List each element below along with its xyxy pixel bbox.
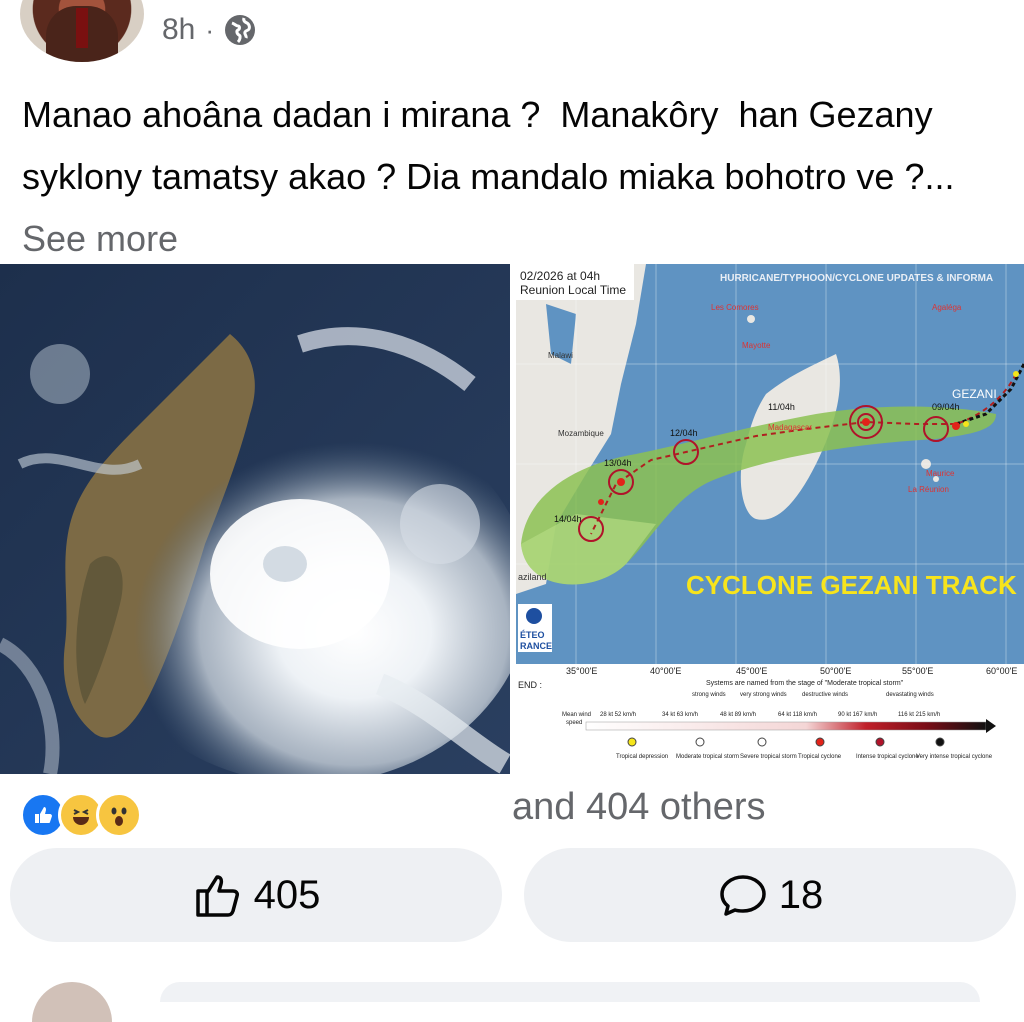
stage-5: Intense tropical cyclone: [856, 754, 919, 760]
label-gezani: GEZANI: [952, 387, 997, 401]
lon-4: 50°00'E: [820, 666, 851, 676]
see-more-link[interactable]: See more: [22, 218, 178, 259]
speed-2: 34 kt 63 km/h: [662, 712, 698, 718]
label-mozambique: Mozambique: [558, 429, 604, 438]
cyclone-track-map[interactable]: 02/2026 at 04h Reunion Local Time HURRIC…: [516, 264, 1024, 774]
like-button[interactable]: 405: [10, 848, 502, 942]
label-mayotte: Mayotte: [742, 341, 771, 350]
label-agalega: Agaléga: [932, 303, 962, 312]
date-label-2: 11/04h: [768, 402, 795, 412]
speed-6: 116 kt 215 km/h: [898, 712, 940, 718]
comment-count: 18: [778, 872, 824, 917]
stage-4: Tropical cyclone: [798, 754, 842, 760]
speed-4: 64 kt 118 km/h: [778, 712, 817, 718]
comment-icon: [720, 875, 766, 916]
track-title: CYCLONE GEZANI TRACK: [686, 570, 1017, 600]
label-madagascar: Madagascar: [768, 423, 812, 432]
date-label-1: 09/04h: [932, 402, 960, 412]
date-label-5: 14/04h: [554, 514, 582, 524]
avatar-tie: [76, 8, 88, 48]
post-meta: 8h ·: [162, 10, 256, 50]
stage-3: Severe tropical storm: [740, 754, 797, 760]
legend-title: END :: [518, 680, 542, 690]
track-map-graphic: 02/2026 at 04h Reunion Local Time HURRIC…: [516, 264, 1024, 774]
satellite-image: [0, 264, 510, 774]
legend-mean-wind-1: Mean wind: [562, 712, 591, 718]
reaction-summary[interactable]: and 404 others: [512, 786, 766, 829]
label-maurice: Maurice: [926, 469, 955, 478]
post-time[interactable]: 8h: [162, 13, 195, 47]
post-text: Manao ahoâna dadan i mirana ? Manakôry h…: [22, 84, 1002, 270]
label-malawi: Malawi: [548, 351, 573, 360]
wind-cat-4: devastating winds: [886, 692, 934, 698]
lon-5: 55°00'E: [902, 666, 933, 676]
meta-separator: ·: [205, 14, 215, 45]
author-avatar[interactable]: [20, 0, 144, 62]
wind-cat-2: very strong winds: [740, 692, 787, 698]
globe-icon: [225, 15, 256, 45]
legend-mean-wind-2: speed: [566, 720, 582, 726]
map-timezone: Reunion Local Time: [520, 283, 626, 297]
speed-1: 28 kt 52 km/h: [600, 712, 636, 718]
label-reunion: La Réunion: [908, 485, 949, 494]
wow-reaction-icon: [96, 792, 142, 838]
lon-3: 45°00'E: [736, 666, 767, 676]
speed-3: 48 kt 89 km/h: [720, 712, 756, 718]
label-comores: Les Comores: [711, 303, 759, 312]
label-swaziland: aziland: [518, 572, 547, 582]
thumbs-up-icon: [195, 875, 239, 917]
legend-naming-note: Systems are named from the stage of "Mod…: [706, 680, 904, 687]
map-date: 02/2026 at 04h: [520, 269, 600, 283]
stage-2: Moderate tropical storm: [676, 754, 739, 760]
meteo-logo-2: RANCE: [520, 641, 552, 651]
date-label-4: 13/04h: [604, 458, 632, 468]
reaction-icons[interactable]: [20, 792, 142, 838]
commenter-avatar[interactable]: [32, 982, 112, 1022]
map-header-title: HURRICANE/TYPHOON/CYCLONE UPDATES & INFO…: [720, 273, 993, 284]
like-count: 405: [253, 872, 321, 917]
speed-5: 90 kt 167 km/h: [838, 712, 877, 718]
stage-1: Tropical depression: [616, 754, 668, 760]
wind-cat-3: destructive winds: [802, 692, 848, 698]
stage-6: Very intense tropical cyclone: [916, 754, 993, 760]
lon-1: 35°00'E: [566, 666, 597, 676]
wind-cat-1: strong winds: [692, 692, 726, 698]
satellite-photo[interactable]: [0, 264, 510, 774]
post-body: Manao ahoâna dadan i mirana ? Manakôry h…: [22, 94, 965, 197]
comment-button[interactable]: 18: [524, 848, 1016, 942]
comment-bubble[interactable]: [160, 982, 980, 1002]
lon-2: 40°00'E: [650, 666, 681, 676]
lon-6: 60°00'E: [986, 666, 1017, 676]
meteo-logo-1: ÉTEO: [520, 630, 545, 640]
date-label-3: 12/04h: [670, 428, 698, 438]
